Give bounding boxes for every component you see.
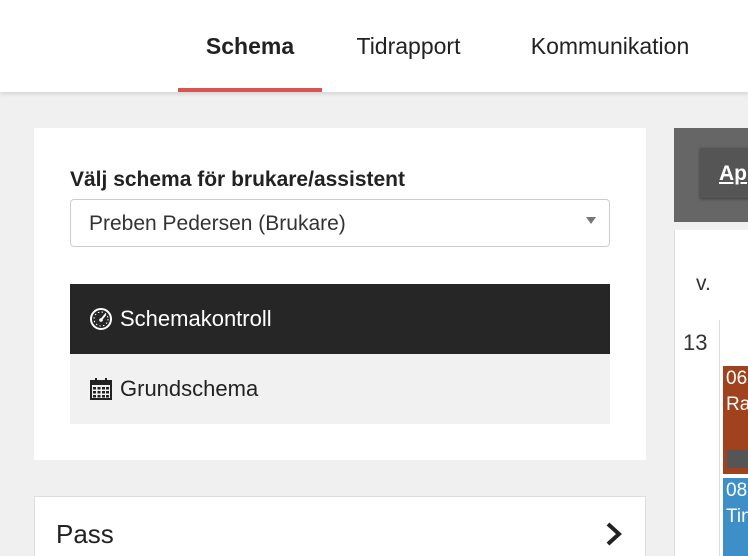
top-navigation: Schema Tidrapport Kommunikation <box>0 0 748 92</box>
dashboard-icon <box>88 306 114 332</box>
calendar-icon <box>88 376 114 402</box>
chevron-right-icon <box>605 521 623 552</box>
select-schedule-label: Välj schema för brukare/assistent <box>70 168 405 191</box>
calendar-event[interactable]: 06 Ra <box>723 366 748 474</box>
event-title: Tin <box>726 506 748 527</box>
schedule-select[interactable]: Preben Pedersen (Brukare) <box>70 199 610 247</box>
schedule-select-value: Preben Pedersen (Brukare) <box>89 212 346 235</box>
event-title: Ra <box>726 394 748 415</box>
event-time: 06 <box>726 368 748 389</box>
event-status-bar <box>727 450 748 468</box>
calendar-toolbar: Ap <box>674 128 748 222</box>
menu-item-grundschema[interactable]: Grundschema <box>70 354 610 424</box>
event-time: 08 <box>726 480 748 501</box>
calendar-action-label: Ap <box>719 162 747 185</box>
tab-schema[interactable]: Schema <box>178 0 322 92</box>
schedule-panel: Välj schema för brukare/assistent Preben… <box>34 128 646 460</box>
week-label: v. <box>696 272 711 295</box>
tab-kommunikation[interactable]: Kommunikation <box>521 0 699 92</box>
calendar-action-button[interactable]: Ap <box>700 148 748 198</box>
pass-panel[interactable]: Pass <box>34 496 646 556</box>
week-number: 13 <box>683 330 708 355</box>
menu-item-schemakontroll[interactable]: Schemakontroll <box>70 284 610 354</box>
menu-item-label: Schemakontroll <box>120 306 272 331</box>
menu-item-label: Grundschema <box>120 376 259 401</box>
pass-label: Pass <box>56 519 114 549</box>
dropdown-arrow-icon <box>586 217 596 224</box>
calendar-event[interactable]: 08 Tin <box>723 478 748 556</box>
week-calendar: v. 13 06 Ra 08 Tin <box>674 230 748 556</box>
tab-tidrapport[interactable]: Tidrapport <box>350 0 467 92</box>
